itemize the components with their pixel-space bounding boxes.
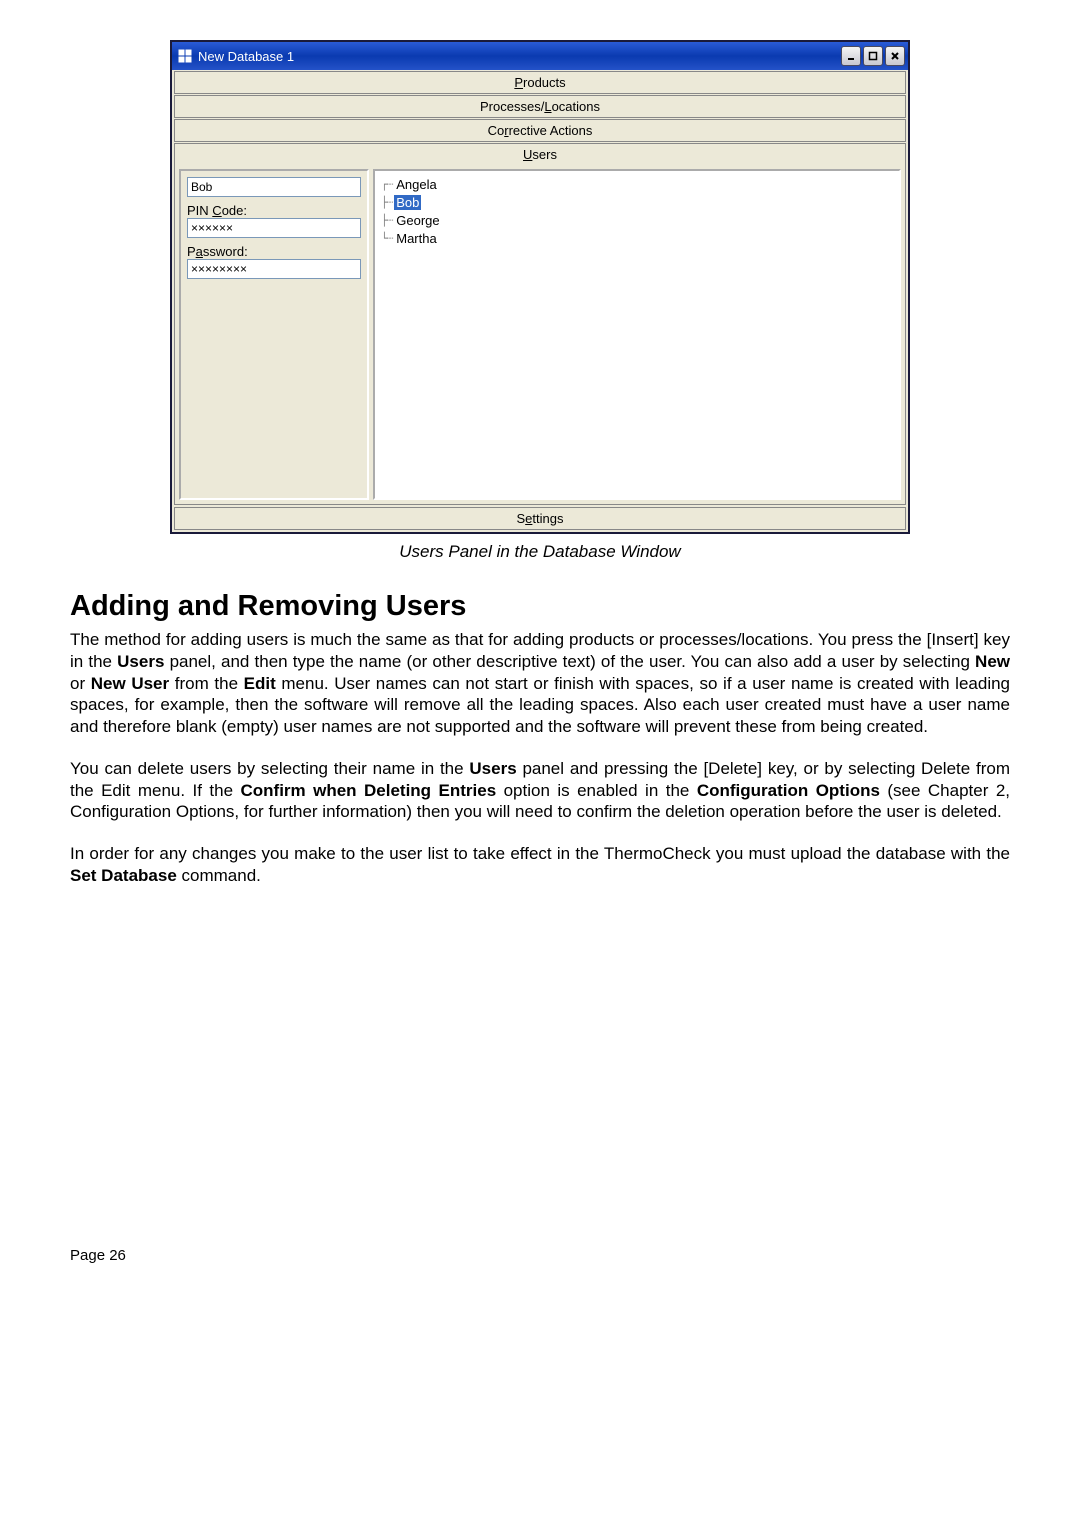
tree-item[interactable]: ├┈ Bob	[381, 193, 893, 211]
tab-processes-locations[interactable]: Processes/Locations	[174, 95, 906, 118]
tab-corrective-actions[interactable]: Corrective Actions	[174, 119, 906, 142]
paragraph-3: In order for any changes you make to the…	[70, 843, 1010, 887]
tree-connector-icon: └┈	[381, 232, 392, 245]
password-input[interactable]	[187, 259, 361, 279]
titlebar[interactable]: New Database 1	[172, 42, 908, 70]
tree-item[interactable]: ├┈ George	[381, 211, 893, 229]
paragraph-1: The method for adding users is much the …	[70, 629, 1010, 738]
password-label: Password:	[187, 244, 361, 259]
tab-products[interactable]: Products	[174, 71, 906, 94]
users-panel-body: PIN Code: Password: ┌┈ Angela ├┈ Bob ├┈ …	[174, 165, 906, 505]
tree-item-label: Bob	[394, 195, 421, 210]
users-tree[interactable]: ┌┈ Angela ├┈ Bob ├┈ George └┈ Martha	[373, 169, 901, 500]
app-icon	[177, 48, 193, 64]
user-name-input[interactable]	[187, 177, 361, 197]
tree-item-label: George	[394, 213, 441, 228]
paragraph-2: You can delete users by selecting their …	[70, 758, 1010, 823]
pin-code-label: PIN Code:	[187, 203, 361, 218]
figure-caption: Users Panel in the Database Window	[70, 542, 1010, 562]
tree-connector-icon: ├┈	[381, 214, 392, 227]
tree-item-label: Martha	[394, 231, 438, 246]
tree-item[interactable]: └┈ Martha	[381, 229, 893, 247]
user-form-pane: PIN Code: Password:	[179, 169, 369, 500]
page-footer: Page 26	[70, 1247, 1010, 1264]
section-heading: Adding and Removing Users	[70, 590, 1010, 623]
minimize-button[interactable]	[841, 46, 861, 66]
window-title: New Database 1	[198, 49, 841, 64]
tree-connector-icon: ┌┈	[381, 178, 392, 191]
tree-item-label: Angela	[394, 177, 438, 192]
tree-item[interactable]: ┌┈ Angela	[381, 175, 893, 193]
maximize-button[interactable]	[863, 46, 883, 66]
pin-code-input[interactable]	[187, 218, 361, 238]
database-window: New Database 1 Products Processes/Locat	[170, 40, 910, 534]
tab-users[interactable]: Users	[174, 143, 906, 165]
tab-settings[interactable]: Settings	[174, 507, 906, 530]
tab-strip: Products Processes/Locations Corrective …	[172, 70, 908, 165]
close-button[interactable]	[885, 46, 905, 66]
window-buttons	[841, 46, 905, 66]
tree-connector-icon: ├┈	[381, 196, 392, 209]
